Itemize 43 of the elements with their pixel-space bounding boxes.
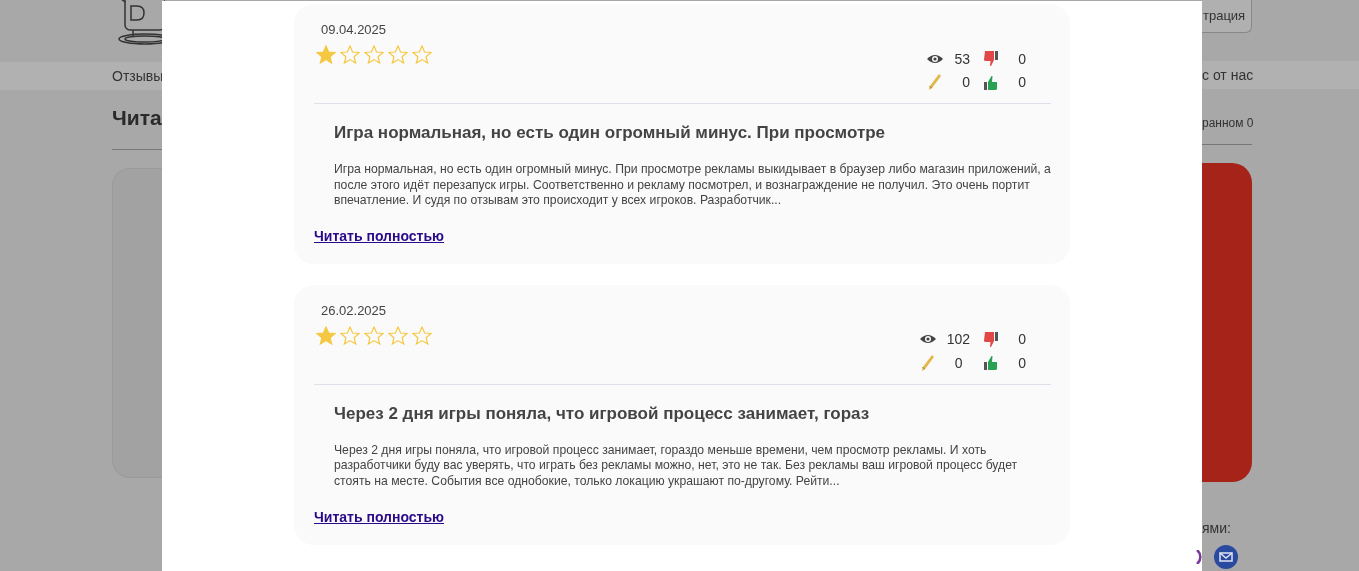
star-filled-icon [316,325,336,346]
star-outline-icon [388,45,408,65]
nav-link[interactable]: Отзывы [112,68,164,84]
count: 102 [946,331,970,348]
logo-drawing [115,0,165,46]
register-button[interactable]: трация [1202,0,1252,33]
star-outline-icon [412,45,432,65]
nav-link[interactable]: с от нас [1202,67,1254,83]
read-more-link[interactable]: Читать полностью [314,508,445,525]
count: 53 [954,50,970,67]
count: 0 [1017,50,1026,67]
eye-icon [918,333,937,346]
review-text: Игра нормальная, но есть один огромный минус. При просмотре рекламы выкидывает в браузер либо магазин приложений, а после этого идёт перезапуск игры. Соответственно и рекламу посмотрел, и вознаграждение не получил. Это очень портит впечатление. И судя по отзывам это происходит у всех игроков. Разработчик... [334,162,1051,209]
eye-icon [926,52,944,65]
review-title: Через 2 дня игры поняла, что игровой процесс занимает, гораз [334,403,871,424]
thumbs-down-icon [983,330,999,348]
star-outline-icon [412,325,432,346]
thumbs-up-icon [983,73,999,91]
star-outline-icon [340,325,360,346]
thumbs-down-icon [983,50,999,67]
count: 0 [961,74,970,90]
star-outline-icon [340,45,360,65]
review-text: Через 2 дня игры поняла, что игровой процесс занимает, гораздо меньше времени, чем просмотр рекламы. И хоть разработчики буду вас уверять, что играть без рекламы можно, нет, это не так. Без рекламы ваш игровой процесс будет стоять на месте. События все однобокие, только локацию украшают по-другому. Рейти... [334,442,1019,490]
count: 0 [1017,74,1026,90]
star-outline-icon [364,45,384,65]
favorites-link[interactable]: ранном 0 [1202,116,1254,130]
social-icon[interactable] [1196,550,1204,564]
mail-icon[interactable] [1214,545,1238,569]
count: 0 [1017,354,1026,371]
star-filled-icon [316,45,336,65]
thumbs-up-icon [983,354,999,372]
star-outline-icon [388,325,408,346]
read-more-link[interactable]: Читать полностью [314,227,445,244]
pencil-icon [920,353,935,372]
pencil-icon [928,73,942,91]
review-date: 09.04.2025 [321,22,388,37]
share-label: ями: [1202,520,1232,536]
count: 0 [1017,331,1026,348]
review-date: 26.02.2025 [321,302,388,318]
star-outline-icon [364,325,384,346]
review-title: Игра нормальная, но есть один огромный минус. При просмотре [334,123,887,143]
page-heading: Чита [112,105,162,131]
count: 0 [953,354,963,371]
